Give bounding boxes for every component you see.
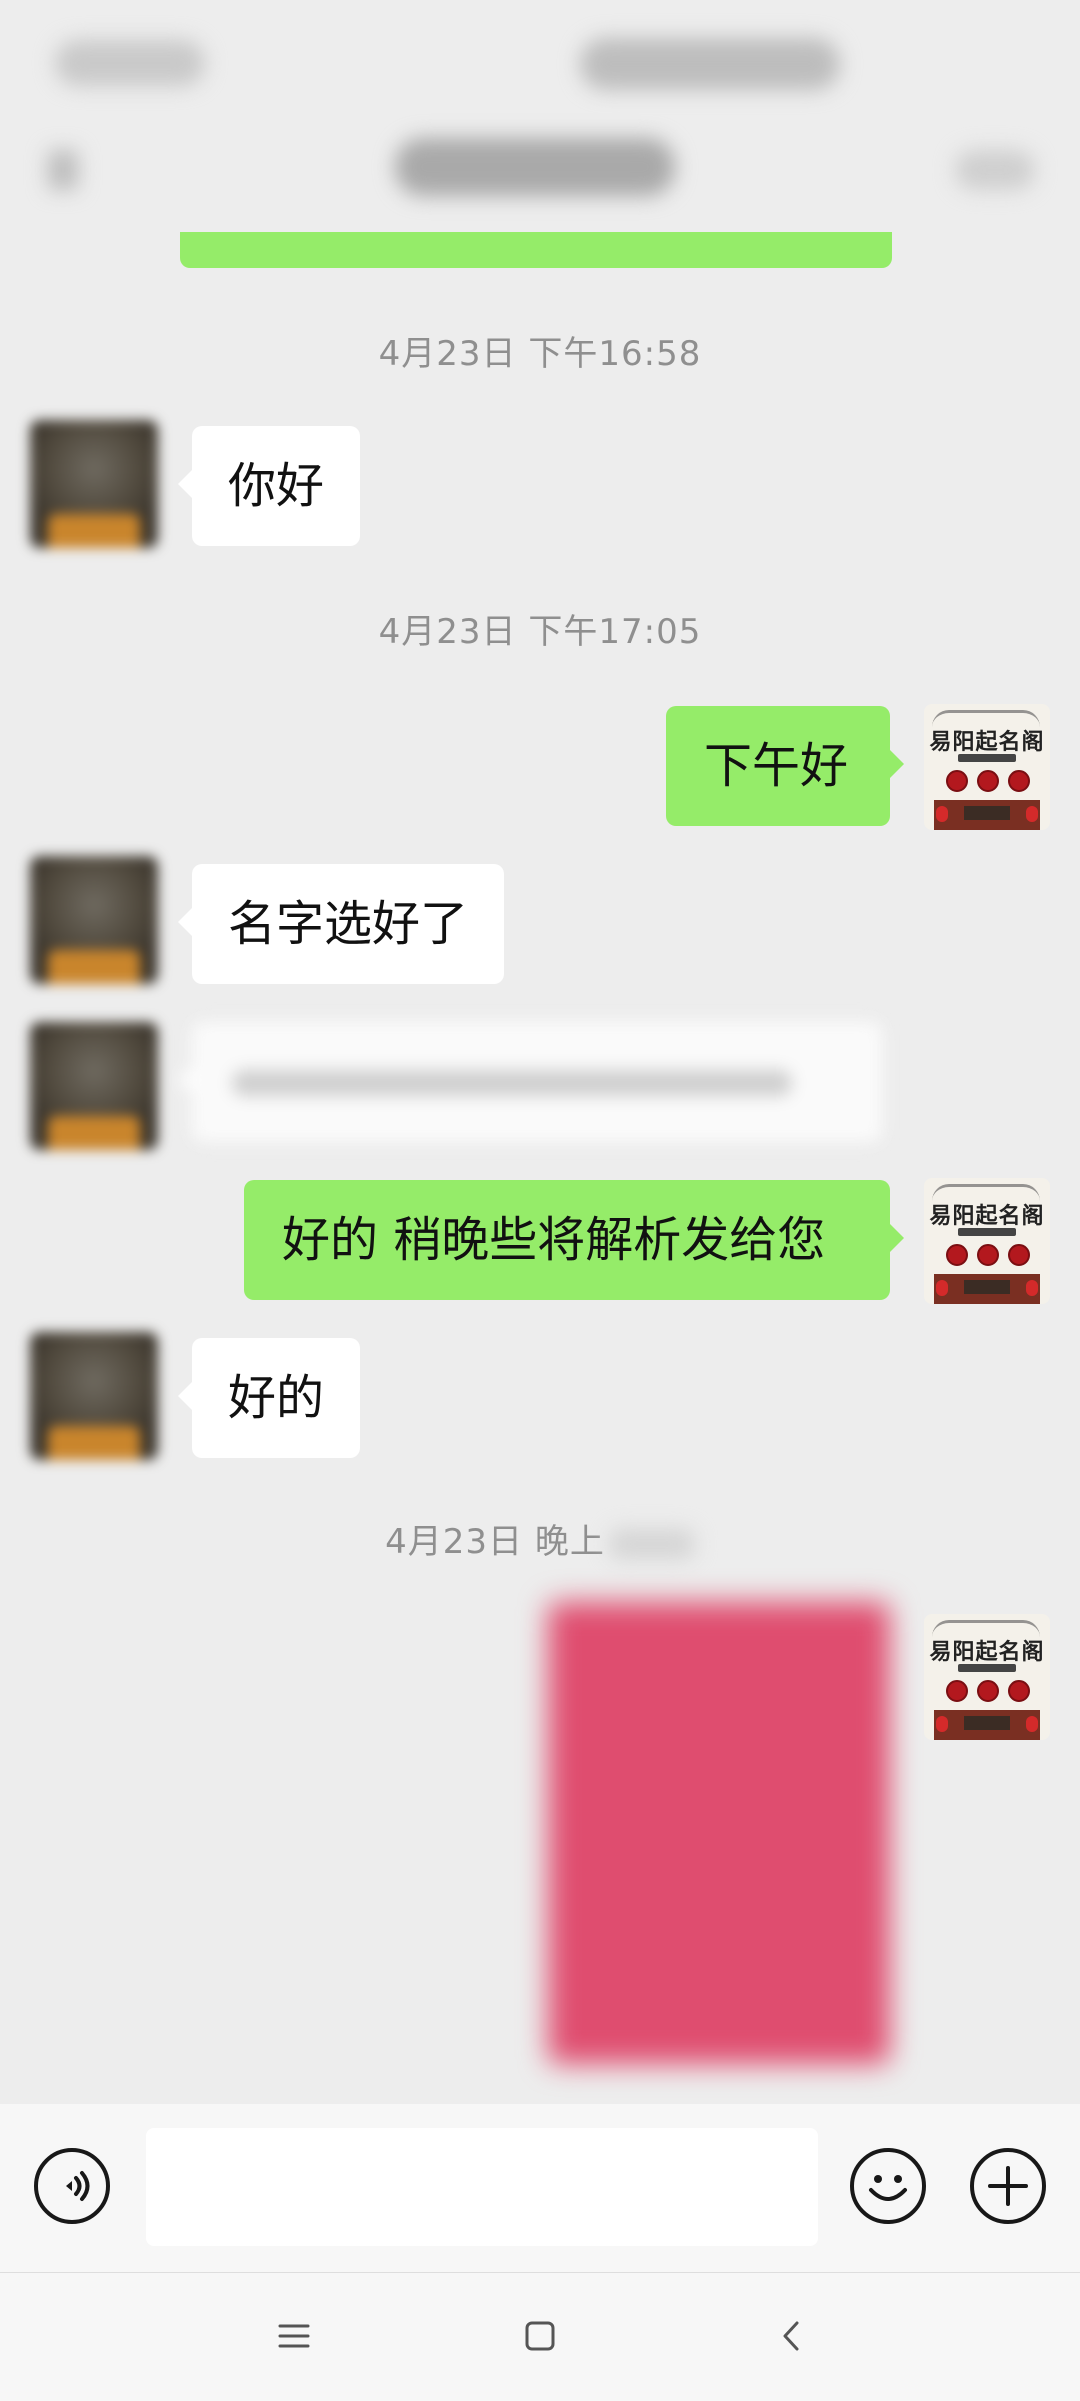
contact-avatar[interactable] — [30, 420, 158, 548]
logo-banner — [958, 1664, 1016, 1672]
lantern-icon — [1026, 1280, 1038, 1296]
incoming-message[interactable]: 你好 — [177, 426, 361, 546]
avatar-logo-text: 易阳起名阁 — [929, 1639, 1045, 1665]
lantern-icon — [1026, 1716, 1038, 1732]
lantern-icon — [1026, 806, 1038, 822]
lantern-icon — [936, 1280, 948, 1296]
timestamp: 4月23日 晚上 — [0, 1514, 1080, 1563]
gate-illustration — [934, 1710, 1040, 1740]
image-message[interactable] — [548, 1602, 890, 2064]
plus-icon[interactable] — [970, 2148, 1046, 2224]
back-icon[interactable] — [774, 2318, 810, 2354]
my-avatar[interactable]: 易阳起名阁 — [924, 704, 1050, 830]
seal-dots — [946, 1244, 1030, 1266]
my-avatar[interactable]: 易阳起名阁 — [924, 1178, 1050, 1304]
lantern-icon — [936, 1716, 948, 1732]
logo-banner — [958, 1228, 1016, 1236]
avatar-logo-text: 易阳起名阁 — [929, 1203, 1045, 1229]
seal-dots — [946, 1680, 1030, 1702]
message-input[interactable] — [146, 2128, 818, 2246]
seal-dots — [946, 770, 1030, 792]
blurred-text — [232, 1070, 792, 1096]
emoji-icon[interactable] — [850, 2148, 926, 2224]
back-button[interactable] — [48, 150, 78, 190]
timestamp: 4月23日 下午16:58 — [378, 334, 702, 374]
outgoing-message[interactable]: 下午好 — [666, 706, 904, 826]
status-time — [55, 40, 205, 86]
logo-banner — [958, 754, 1016, 762]
incoming-message[interactable]: 名字选好了 — [177, 864, 505, 984]
status-icons — [580, 38, 840, 90]
avatar-logo-text: 易阳起名阁 — [929, 729, 1045, 755]
more-button[interactable] — [955, 150, 1035, 190]
blurred-time — [608, 1528, 695, 1559]
contact-avatar[interactable] — [30, 1022, 158, 1150]
menu-icon[interactable] — [276, 2318, 312, 2354]
voice-icon[interactable] — [34, 2148, 110, 2224]
contact-avatar[interactable] — [30, 1332, 158, 1460]
incoming-message[interactable]: 好的 — [177, 1338, 361, 1458]
home-icon[interactable] — [522, 2318, 558, 2354]
gate-illustration — [934, 800, 1040, 830]
chat-title — [395, 138, 675, 196]
timestamp-text: 4月23日 晚上 — [385, 1522, 605, 1562]
outgoing-message[interactable]: 好的 稍晚些将解析发给您 — [244, 1180, 904, 1300]
incoming-message-blurred[interactable] — [178, 1022, 882, 1142]
my-avatar[interactable]: 易阳起名阁 — [924, 1614, 1050, 1740]
timestamp: 4月23日 下午17:05 — [378, 612, 702, 652]
lantern-icon — [936, 806, 948, 822]
gate-illustration — [934, 1274, 1040, 1304]
previous-message-bubble — [180, 232, 892, 268]
contact-avatar[interactable] — [30, 856, 158, 984]
